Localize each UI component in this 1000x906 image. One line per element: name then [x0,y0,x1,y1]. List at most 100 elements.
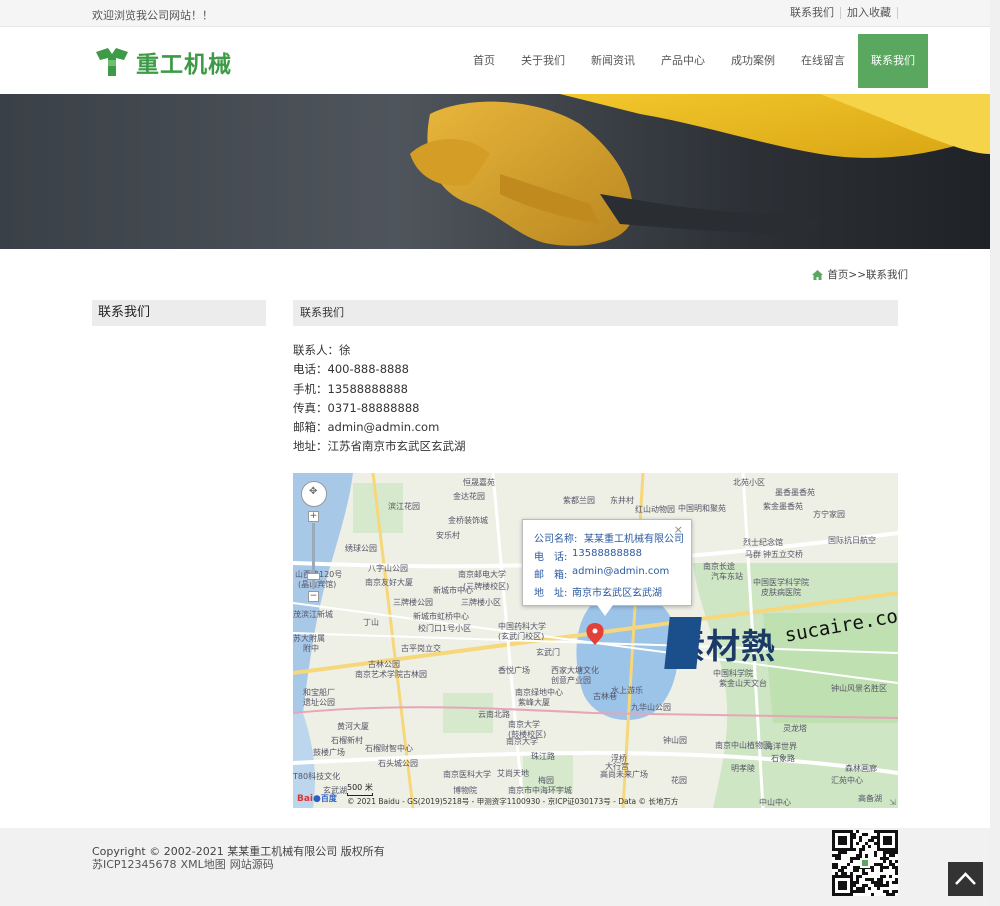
contact-info: 联系人： 徐 电话： 400-888-8888 手机： 13588888888 … [293,341,466,457]
map-place-label: 石头城公园 [378,759,418,768]
map-info-popup: × 公司名称: 某某重工机械有限公司 电 话: 13588888888 邮 箱:… [522,519,692,616]
map-place-label: 南京中山植物园 [715,741,771,750]
map-scale: 500 米 [347,782,373,796]
map-place-label: 九华山公园 [631,703,671,712]
contact-row-mobile: 手机： 13588888888 [293,380,466,399]
map-place-label: 恒晟嘉苑 [463,478,495,487]
map-place-label: 南京邮电大学 [458,570,506,579]
map-place-label: 安乐村 [436,531,460,540]
baidu-logo: Bai ● 百度 [297,793,337,804]
main-nav: 首页 关于我们 新闻资讯 产品中心 成功案例 在线留言 联系我们 [460,34,928,88]
popup-row: 地 址: 南京市玄武区玄武湖 [534,584,691,602]
pan-icon[interactable]: ✥ [309,486,317,497]
map-place-label: 红山动物园 [635,505,675,514]
map-place-label: 博物院 [453,786,477,795]
popup-row: 邮 箱: admin@admin.com [534,566,691,584]
contact-value: 江苏省南京市玄武区玄武湖 [327,439,466,454]
banner-image [0,94,990,249]
map-place-label: 新城市虹桥中心 [413,612,469,621]
breadcrumb-home[interactable]: 首页 [827,267,848,282]
map-place-label: 金达花园 [453,492,485,501]
map-place-label: 紫金墨香苑 [763,502,803,511]
map-copyright: © 2021 Baidu - GS(2019)5218号 - 甲测资字11009… [347,797,679,806]
map-place-label: 黄河大厦 [337,722,369,731]
contact-row-address: 地址： 江苏省南京市玄武区玄武湖 [293,437,466,456]
map-place-label: 新城市中心 [433,586,473,595]
map-place-label: 中山中心 [759,798,791,807]
nav-about[interactable]: 关于我们 [508,34,578,88]
contact-value: 徐 [339,343,351,357]
map-place-label: 中国科学院 [713,669,753,678]
zoom-handle[interactable] [307,573,320,580]
footer: Copyright © 2002-2021 某某重工机械有限公司 版权所有 苏I… [0,828,990,906]
map-resize-icon[interactable]: ⇲ [889,798,896,807]
zoom-in-button[interactable]: + [308,511,319,522]
map-place-label: 紫都兰园 [563,496,595,505]
back-to-top-button[interactable] [948,862,983,896]
header: 重工机械 首页 关于我们 新闻资讯 产品中心 成功案例 在线留言 联系我们 [0,28,990,94]
footer-icp[interactable]: 苏ICP12345678 [92,856,177,872]
map-place-label: 南京市中海环宇城 [508,786,572,795]
map-place-label: 南京友好大厦 [365,578,413,587]
map-place-label: 南京医科大学 [443,770,491,779]
popup-label: 邮 箱: [534,570,568,581]
popup-value: 南京市玄武区玄武湖 [572,588,662,599]
page-scrollbar[interactable] [990,0,1000,906]
scale-label: 500 米 [347,783,373,792]
nav-products[interactable]: 产品中心 [648,34,718,88]
logo-icon [96,48,128,76]
popup-value: admin@admin.com [572,566,670,577]
footer-icp-row: 苏ICP12345678 XML地图 网站源码 [92,856,278,872]
map-place-label: 汇苑中心 [831,776,863,785]
baidu-map[interactable]: 恒晟嘉苑 北苑小区 金达花园 紫都兰园 东井村 墨香墨香苑 滨江花园 红山动物园 中国明和聚苑紫… [293,473,898,808]
map-place-label: 滨江花园 [388,502,420,511]
footer-link-source[interactable]: 网站源码 [230,856,274,872]
map-place-label: (玄武门校区) [498,632,545,641]
breadcrumb-separator: >> [848,268,866,281]
map-nav-control[interactable]: ✥ [301,481,327,507]
contact-row-email: 邮箱： admin@admin.com [293,418,466,437]
nav-home[interactable]: 首页 [460,34,508,88]
nav-cases[interactable]: 成功案例 [718,34,788,88]
map-place-label: 东井村 [610,496,634,505]
popup-pointer [597,605,613,616]
map-place-label: 烈士纪念馆 [743,538,783,547]
zoom-slider[interactable]: + − [307,511,320,603]
chevron-up-icon [955,872,976,885]
map-place-label: 南京大学 [506,737,538,746]
contact-label: 电话： [293,362,328,377]
map-place-label: 石象路 [771,754,795,763]
nav-contact[interactable]: 联系我们 [858,34,928,88]
contact-label: 联系人： [293,343,339,357]
popup-value: 某某重工机械有限公司 [584,534,684,545]
watermark: 素材熱 [664,617,776,669]
map-place-label: 紫峰大厦 [518,698,550,707]
sidebar-title: 联系我们 [92,300,266,326]
footer-link-sitemap[interactable]: XML地图 [181,856,226,872]
map-place-label: 三牌楼公园 [393,598,433,607]
map-place-label: 钟山园 [663,736,687,745]
popup-close-icon[interactable]: × [674,523,683,536]
map-place-label: 钟山风景名胜区 [831,684,887,693]
map-place-label: 高尚未来广场 [600,770,648,779]
map-place-label: 玄武门 [536,648,560,657]
nav-news[interactable]: 新闻资讯 [578,34,648,88]
map-place-label: 创意产业园 [551,676,591,685]
map-place-label: 皮肤病医院 [761,588,801,597]
map-place-label: 校门口1号小区 [418,624,472,633]
logo[interactable]: 重工机械 [94,46,232,78]
map-place-label: 艾尚天地 [497,769,529,778]
map-place-label: 花园 [671,776,687,785]
map-place-label: T80科技文化 [293,772,341,781]
nav-message[interactable]: 在线留言 [788,34,858,88]
breadcrumb-current[interactable]: 联系我们 [866,267,908,282]
map-place-label: 紫金山天文台 [719,679,767,688]
contact-label: 地址： [293,439,328,454]
contact-label: 手机： [293,381,328,396]
top-link-contact[interactable]: 联系我们 [784,7,841,19]
zoom-out-button[interactable]: − [308,591,319,602]
contact-value: 13588888888 [327,381,408,396]
map-place-label: 云南北路 [478,710,510,719]
top-link-favorite[interactable]: 加入收藏 [841,7,898,19]
qr-code-image [832,830,898,896]
